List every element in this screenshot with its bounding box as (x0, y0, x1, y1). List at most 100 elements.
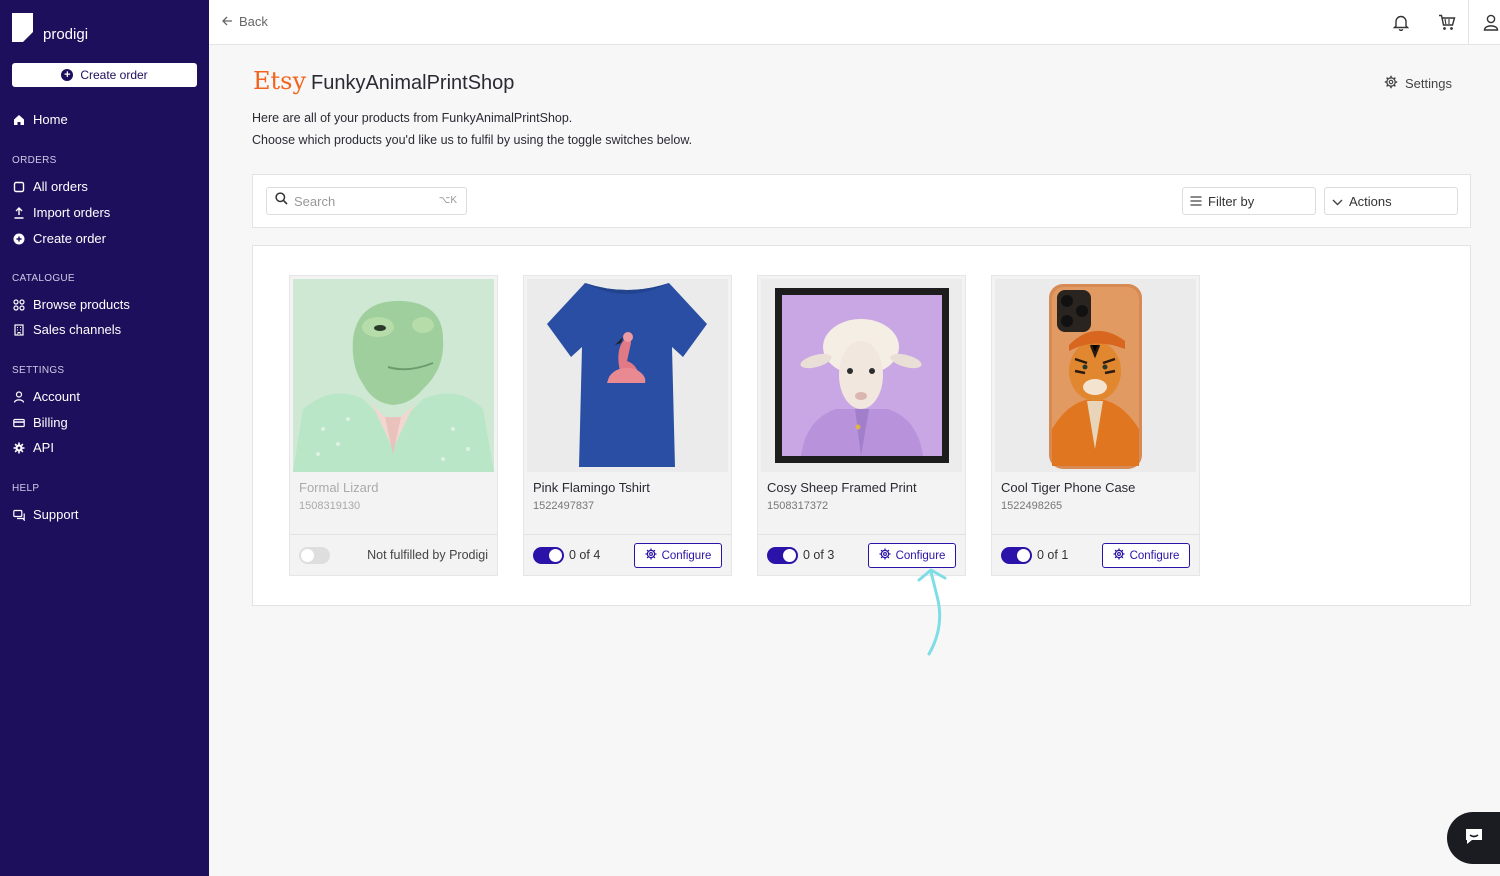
product-toolbar: ⌥K Filter by Actions (252, 174, 1471, 228)
filter-label: Filter by (1208, 193, 1255, 209)
sidebar-item-sales-channels[interactable]: Sales channels (13, 322, 121, 337)
sidebar-item-billing[interactable]: Billing (13, 415, 68, 430)
sidebar-item-create-order[interactable]: Create order (13, 231, 106, 246)
search-shortcut: ⌥K (438, 195, 457, 206)
card-icon (13, 417, 25, 429)
description-line-2: Choose which products you'd like us to f… (252, 133, 693, 147)
home-icon (13, 114, 25, 126)
product-sku: 1522497837 (533, 500, 595, 512)
plus-icon: + (61, 69, 74, 81)
product-card: Cool Tiger Phone Case 1522498265 0 of 1 … (991, 275, 1200, 576)
product-image-cool-tiger-phone-case (995, 279, 1196, 472)
building-icon (13, 323, 25, 336)
upload-icon (13, 206, 25, 219)
fulfilment-toggle[interactable] (533, 547, 564, 564)
toggle-knob (549, 549, 562, 562)
square-icon (13, 181, 25, 193)
fulfilment-status: Not fulfilled by Prodigi (367, 548, 488, 562)
arrow-left-icon (222, 14, 233, 29)
plus-circle-icon (13, 233, 25, 245)
profile-icon[interactable] (1480, 11, 1500, 33)
product-sku: 1508319130 (299, 500, 361, 512)
gear-icon (879, 548, 891, 563)
top-divider (1468, 0, 1469, 44)
sidebar-item-label: Sales channels (33, 322, 122, 337)
sidebar-item-label: Home (33, 112, 68, 127)
sidebar-item-browse-products[interactable]: Browse products (13, 297, 130, 312)
sidebar-item-label: Create order (33, 231, 106, 246)
sidebar-item-support[interactable]: Support (13, 507, 79, 522)
create-order-label: Create order (80, 68, 148, 82)
create-order-button[interactable]: + Create order (12, 63, 197, 87)
card-divider (290, 534, 497, 535)
configure-label: Configure (895, 549, 946, 562)
product-image-formal-lizard (293, 279, 494, 472)
product-image-pink-flamingo-tshirt (527, 279, 728, 472)
product-card: Formal Lizard 1508319130 Not fulfilled b… (289, 275, 498, 576)
description-line-1: Here are all of your products from Funky… (252, 111, 573, 125)
sidebar-item-import-orders[interactable]: Import orders (13, 205, 110, 220)
sidebar-item-label: Account (33, 389, 80, 404)
cart-icon[interactable] (1436, 11, 1458, 33)
logo-mark-icon (12, 13, 33, 42)
prodigi-logo[interactable]: prodigi (12, 13, 88, 42)
chat-launcher-button[interactable] (1447, 812, 1500, 864)
sidebar-item-all-orders[interactable]: All orders (13, 179, 88, 194)
gear-icon (13, 442, 25, 454)
product-image-cosy-sheep-framed-print (761, 279, 962, 472)
section-catalogue: CATALOGUE (12, 273, 75, 284)
product-sku: 1508317372 (767, 500, 829, 512)
section-orders: ORDERS (12, 155, 57, 166)
gear-icon (1384, 75, 1398, 92)
filter-button[interactable]: Filter by (1182, 187, 1316, 215)
configure-label: Configure (661, 549, 712, 562)
configure-button[interactable]: Configure (1102, 543, 1190, 568)
card-divider (524, 534, 731, 535)
variant-count: 0 of 3 (803, 548, 835, 562)
actions-label: Actions (1349, 193, 1392, 209)
sidebar-item-label: Support (33, 507, 79, 522)
etsy-logo: Etsy (253, 67, 307, 95)
top-bar: Back (209, 0, 1500, 45)
settings-label: Settings (1405, 76, 1452, 91)
product-title: Cosy Sheep Framed Print (767, 480, 917, 495)
page-title: FunkyAnimalPrintShop (311, 72, 515, 94)
grid-icon (13, 298, 25, 311)
logo-text: prodigi (43, 26, 89, 43)
fulfilment-toggle[interactable] (1001, 547, 1032, 564)
product-sku: 1522498265 (1001, 500, 1063, 512)
toggle-knob (1017, 549, 1030, 562)
product-card: Cosy Sheep Framed Print 1508317372 0 of … (757, 275, 966, 576)
search-box[interactable]: ⌥K (266, 187, 467, 215)
chat-bubble-icon (1464, 827, 1484, 850)
bell-icon[interactable] (1390, 11, 1412, 33)
actions-dropdown[interactable]: Actions (1324, 187, 1458, 215)
section-settings: SETTINGS (12, 365, 65, 376)
filter-icon (1190, 194, 1202, 209)
product-card: Pink Flamingo Tshirt 1522497837 0 of 4 C… (523, 275, 732, 576)
configure-button[interactable]: Configure (868, 543, 956, 568)
toggle-knob (783, 549, 796, 562)
fulfilment-toggle[interactable] (299, 547, 330, 564)
variant-count: 0 of 4 (569, 548, 601, 562)
configure-button[interactable]: Configure (634, 543, 722, 568)
chat-icon (13, 509, 25, 521)
section-help: HELP (12, 483, 40, 494)
card-divider (758, 534, 965, 535)
search-icon (275, 192, 288, 210)
card-divider (992, 534, 1199, 535)
sidebar-item-account[interactable]: Account (13, 389, 80, 404)
product-title: Pink Flamingo Tshirt (533, 480, 650, 495)
annotation-arrow-icon (915, 566, 955, 663)
fulfilment-toggle[interactable] (767, 547, 798, 564)
variant-count: 0 of 1 (1037, 548, 1069, 562)
product-title: Cool Tiger Phone Case (1001, 480, 1136, 495)
sidebar-item-label: API (33, 440, 54, 455)
back-button[interactable]: Back (222, 14, 268, 29)
settings-button[interactable]: Settings (1384, 75, 1452, 92)
sidebar-item-api[interactable]: API (13, 440, 54, 455)
sidebar-item-label: All orders (33, 179, 88, 194)
sidebar-item-home[interactable]: Home (13, 112, 68, 127)
gear-icon (1113, 548, 1125, 563)
search-input[interactable] (294, 193, 434, 209)
